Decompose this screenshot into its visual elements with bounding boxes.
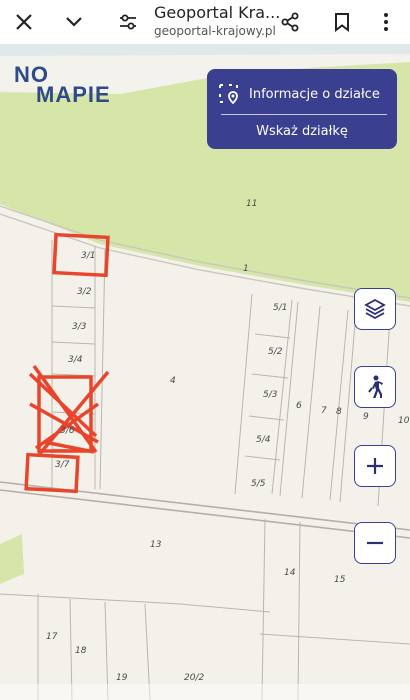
plot-4-label: 4 bbox=[170, 376, 176, 386]
bookmark-button[interactable] bbox=[328, 8, 356, 36]
dropdown-button[interactable] bbox=[60, 8, 88, 36]
site-settings-button[interactable] bbox=[114, 8, 142, 36]
plot-20-2-label: 20/2 bbox=[184, 673, 205, 683]
plot-13-label: 13 bbox=[150, 540, 162, 550]
share-button[interactable] bbox=[276, 8, 304, 36]
layers-button[interactable] bbox=[354, 288, 396, 330]
plot-10-label: 10 bbox=[398, 416, 410, 426]
tune-icon bbox=[120, 14, 136, 30]
plot-3-2-label: 3/2 bbox=[77, 287, 92, 297]
page-url[interactable]: geoportal-krajowy.pl bbox=[154, 24, 276, 38]
plot-6-label: 6 bbox=[296, 401, 302, 411]
layers-icon bbox=[364, 298, 386, 320]
select-parcel-icon bbox=[219, 84, 238, 105]
app-logo: NO MAPIE bbox=[14, 64, 111, 107]
plot-5-3-label: 5/3 bbox=[263, 390, 278, 400]
pedestrian-icon bbox=[368, 375, 383, 398]
point-parcel-button[interactable]: Wskaż działkę bbox=[207, 119, 397, 145]
close-button[interactable] bbox=[10, 8, 38, 36]
plot-3-3-label: 3/3 bbox=[72, 322, 87, 332]
browser-toolbar: Geoportal Kra... geoportal-krajowy.pl bbox=[0, 0, 410, 44]
parcel-info-label: Informacje o działce bbox=[249, 86, 380, 102]
plot-7-label: 7 bbox=[321, 406, 327, 416]
plot-3-7-label: 3/7 bbox=[55, 460, 70, 470]
plot-3-1-label: 3/1 bbox=[81, 251, 96, 261]
plot-8-label: 8 bbox=[336, 407, 342, 417]
logo-line2: MAPIE bbox=[36, 82, 111, 107]
plot-3-6-label: 3/6 bbox=[60, 426, 75, 436]
minus-icon bbox=[367, 541, 383, 545]
plot-9-label: 9 bbox=[363, 412, 369, 422]
plot-3-4-label: 3/4 bbox=[68, 355, 83, 365]
plot-18-label: 18 bbox=[75, 646, 87, 656]
parcel-info-panel: Informacje o działce Wskaż działkę bbox=[207, 69, 397, 149]
plot-5-2-label: 5/2 bbox=[268, 347, 283, 357]
bookmark-icon bbox=[335, 13, 349, 32]
chevron-down-icon bbox=[66, 17, 82, 27]
plot-5-4-label: 5/4 bbox=[256, 435, 271, 445]
plot-15-label: 15 bbox=[334, 575, 346, 585]
plot-19-label: 19 bbox=[116, 673, 128, 683]
panel-divider bbox=[221, 114, 387, 115]
plot-5-1-label: 5/1 bbox=[273, 303, 288, 313]
more-button[interactable] bbox=[372, 8, 400, 36]
plus-icon bbox=[367, 458, 383, 474]
plot-14-label: 14 bbox=[284, 568, 296, 578]
close-icon bbox=[16, 14, 32, 30]
parcel-info-button[interactable]: Informacje o działce bbox=[217, 77, 389, 111]
street-view-button[interactable] bbox=[354, 366, 396, 408]
page-title: Geoportal Kra... bbox=[154, 3, 281, 22]
more-vert-icon bbox=[384, 13, 388, 31]
plot-17-label: 17 bbox=[46, 632, 58, 642]
zoom-out-button[interactable] bbox=[354, 522, 396, 564]
plot-5-5-label: 5/5 bbox=[251, 479, 266, 489]
share-icon bbox=[281, 12, 299, 32]
plot-11-label: 11 bbox=[246, 199, 258, 209]
plot-1-label: 1 bbox=[243, 264, 249, 274]
zoom-in-button[interactable] bbox=[354, 445, 396, 487]
